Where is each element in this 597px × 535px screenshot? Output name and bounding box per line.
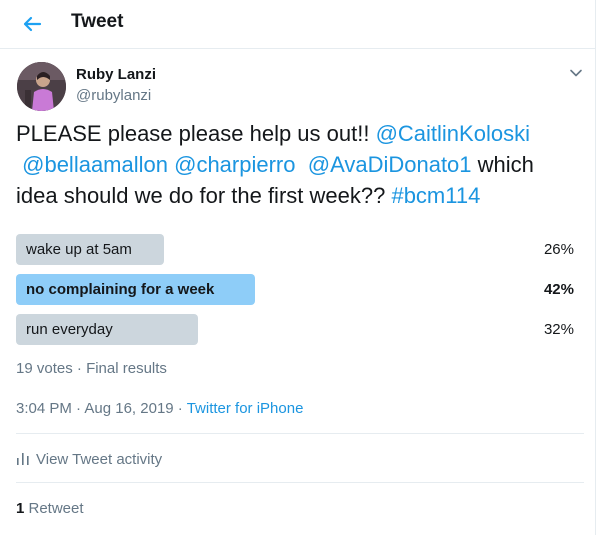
tweet-timestamp: 3:04 PM · Aug 16, 2019 · Twitter for iPh…	[16, 400, 303, 417]
avatar-image	[17, 62, 66, 111]
tweet-date[interactable]: Aug 16, 2019	[84, 400, 173, 417]
arrow-left-icon	[23, 16, 42, 32]
separator: ·	[72, 360, 87, 377]
mention-link[interactable]: @CaitlinKoloski	[376, 121, 530, 146]
poll-option-percent: 26%	[543, 241, 574, 258]
page-header: Tweet	[0, 0, 596, 49]
divider	[16, 482, 584, 483]
avatar[interactable]	[17, 62, 66, 111]
author-handle[interactable]: @rubylanzi	[76, 87, 151, 104]
divider	[16, 433, 584, 434]
bar-chart-icon	[17, 453, 29, 465]
retweet-count-label: Retweet	[24, 500, 84, 517]
separator: ·	[71, 400, 85, 417]
chevron-down-icon	[570, 69, 582, 77]
tweet-time[interactable]: 3:04 PM	[16, 400, 72, 417]
back-button[interactable]	[18, 10, 46, 38]
poll-status: Final results	[86, 360, 167, 377]
page-title: Tweet	[71, 11, 124, 32]
poll-option-percent: 42%	[543, 281, 574, 298]
mention-link[interactable]: @AvaDiDonato1	[308, 152, 472, 177]
poll-option-percent: 32%	[543, 321, 574, 338]
poll-option-label: run everyday	[26, 321, 113, 338]
retweet-count[interactable]: 1 Retweet	[16, 500, 84, 517]
poll-option: no complaining for a week 42%	[16, 274, 581, 305]
more-options-button[interactable]	[567, 64, 585, 82]
tweet-text-part: PLEASE please please help us out!!	[16, 121, 376, 146]
mention-link[interactable]: @bellaamallon	[22, 152, 168, 177]
separator: ·	[173, 400, 187, 417]
poll-option: run everyday 32%	[16, 314, 581, 345]
poll-summary: 19 votes · Final results	[16, 360, 167, 377]
poll-option-label: wake up at 5am	[26, 241, 132, 258]
poll-option-label: no complaining for a week	[26, 281, 215, 298]
poll-option: wake up at 5am 26%	[16, 234, 581, 265]
mention-link[interactable]: @charpierro	[174, 152, 295, 177]
view-tweet-activity-button[interactable]: View Tweet activity	[16, 450, 162, 468]
tweet-text: PLEASE please please help us out!! @Cait…	[16, 118, 576, 211]
author-name[interactable]: Ruby Lanzi	[76, 66, 156, 83]
tweet-detail-panel: Tweet Ruby Lanzi @rubylanzi PLEASE pleas…	[0, 0, 596, 535]
poll-votes: 19 votes	[16, 360, 73, 377]
tweet-source-link[interactable]: Twitter for iPhone	[187, 400, 304, 417]
hashtag-link[interactable]: #bcm114	[391, 183, 480, 208]
activity-label: View Tweet activity	[36, 451, 163, 468]
